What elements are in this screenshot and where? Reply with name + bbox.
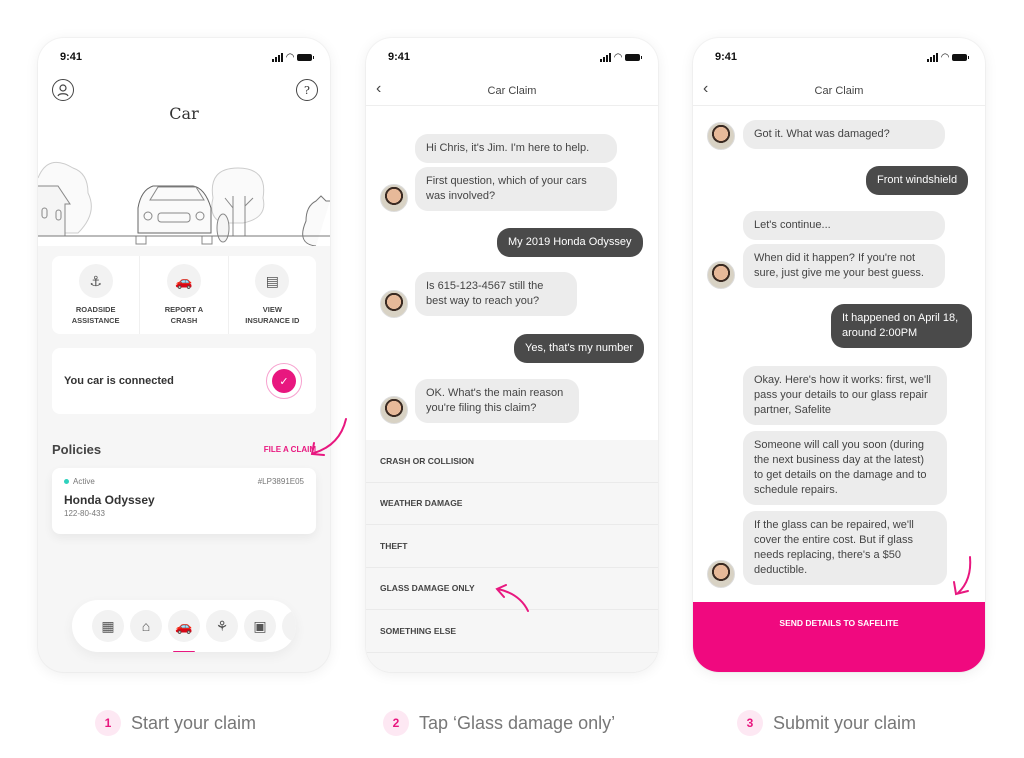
agent-message: Got it. What was damaged?: [743, 120, 945, 149]
user-message: Yes, that's my number: [514, 334, 645, 363]
option-something-else[interactable]: SOMETHING ELSE: [366, 610, 658, 653]
more-icon[interactable]: [282, 610, 296, 642]
battery-icon: [952, 53, 969, 61]
insurance-id-icon: ▤: [255, 264, 290, 298]
bottom-tab-bar: ▦ ⌂ 🚗 ⚘ ▣: [72, 600, 296, 652]
back-chevron-icon[interactable]: ‹: [376, 80, 381, 98]
agent-message: If the glass can be repaired, we'll cove…: [743, 511, 947, 585]
agent-message: OK. What's the main reason you're filing…: [415, 379, 579, 423]
car-icon[interactable]: 🚗: [168, 610, 200, 652]
profile-icon[interactable]: [52, 79, 74, 101]
step-number: 2: [383, 710, 409, 736]
battery-icon: [297, 53, 314, 61]
connected-status-text: You car is connected: [64, 375, 174, 387]
agent-avatar: [380, 290, 408, 318]
phone-screen-submit-claim: 9:41 ◠ ‹ Car Claim Got it. What was dama…: [693, 38, 985, 672]
status-time: 9:41: [388, 51, 411, 63]
connected-check-button[interactable]: ✓: [266, 363, 302, 399]
status-time: 9:41: [715, 51, 738, 63]
wifi-icon: ◠: [614, 51, 622, 63]
step-number: 1: [95, 710, 121, 736]
agent-message: First question, which of your cars was i…: [415, 167, 617, 211]
hand-drawn-arrow-icon: [953, 556, 972, 596]
claim-reason-options: CRASH OR COLLISION WEATHER DAMAGE THEFT …: [366, 440, 658, 672]
step-caption: 1 Start your claim: [95, 710, 256, 736]
policy-card[interactable]: Active #LP3891E05 Honda Odyssey 122-80-4…: [52, 468, 316, 534]
page-title: Car: [169, 104, 199, 123]
hand-drawn-arrow-icon: [310, 418, 347, 456]
photo-icon[interactable]: ▣: [244, 610, 276, 642]
step-text: Tap ‘Glass damage only’: [419, 712, 616, 733]
status-time: 9:41: [60, 51, 83, 63]
agent-message: Okay. Here's how it works: first, we'll …: [743, 366, 947, 425]
car-scene-illustration: [38, 161, 330, 246]
nav-title: Car Claim: [814, 84, 864, 97]
agent-message: Let's continue...: [743, 211, 945, 240]
wifi-icon: ◠: [286, 51, 294, 63]
agent-message: When did it happen? If you're not sure, …: [743, 244, 945, 288]
policy-number: 122-80-433: [64, 509, 105, 518]
phone-screen-claim-chat: 9:41 ◠ ‹ Car Claim Hi Chris, it's Jim. I…: [366, 38, 658, 672]
roadside-assistance-icon: ⚓: [78, 264, 113, 298]
help-icon[interactable]: ?: [296, 79, 318, 101]
signal-icon: [927, 52, 939, 62]
nav-bar: ‹ Car Claim: [366, 76, 658, 106]
agent-avatar: [707, 122, 735, 150]
agent-message: Someone will call you soon (during the n…: [743, 431, 947, 505]
report-crash-button[interactable]: 🚗 REPORT A CRASH: [140, 256, 229, 334]
active-status-dot: [64, 479, 69, 485]
status-bar: 9:41 ◠: [693, 38, 985, 76]
nav-title: Car Claim: [487, 84, 537, 97]
user-message: Front windshield: [866, 166, 969, 195]
signal-icon: [600, 52, 612, 62]
wifi-icon: ◠: [941, 51, 949, 63]
building-icon[interactable]: ▦: [92, 610, 124, 642]
user-message: My 2019 Honda Odyssey: [497, 228, 643, 257]
step-text: Submit your claim: [773, 712, 917, 733]
status-bar: 9:41 ◠: [38, 38, 330, 76]
hand-drawn-arrow-icon: [495, 584, 529, 612]
option-crash-or-collision[interactable]: CRASH OR COLLISION: [366, 440, 658, 483]
policy-id: #LP3891E05: [257, 477, 304, 486]
battery-icon: [625, 53, 642, 61]
policies-title: Policies: [52, 442, 102, 457]
user-message: It happened on April 18, around 2:00PM: [831, 304, 972, 348]
report-crash-icon: 🚗: [166, 264, 201, 298]
agent-message: Is 615-123-4567 still the best way to re…: [415, 272, 577, 316]
agent-message: Hi Chris, it's Jim. I'm here to help.: [415, 134, 617, 163]
checkmark-icon: ✓: [272, 369, 296, 393]
option-theft[interactable]: THEFT: [366, 525, 658, 568]
status-bar: 9:41 ◠: [366, 38, 658, 76]
send-details-to-safelite-button[interactable]: SEND DETAILS TO SAFELITE: [693, 602, 985, 672]
step-text: Start your claim: [131, 712, 257, 733]
roadside-assistance-button[interactable]: ⚓ ROADSIDE ASSISTANCE: [52, 256, 141, 334]
view-insurance-id-button[interactable]: ▤ VIEW INSURANCE ID: [229, 256, 316, 334]
home-icon[interactable]: ⌂: [130, 610, 162, 642]
agent-avatar: [707, 560, 735, 588]
policy-name: Honda Odyssey: [64, 493, 155, 507]
quick-actions: ⚓ ROADSIDE ASSISTANCE 🚗 REPORT A CRASH ▤…: [52, 256, 316, 334]
signal-icon: [272, 52, 284, 62]
option-weather-damage[interactable]: WEATHER DAMAGE: [366, 483, 658, 525]
step-caption: 3 Submit your claim: [737, 710, 916, 736]
agent-avatar: [380, 184, 408, 212]
policy-status: Active: [73, 477, 95, 486]
agent-avatar: [380, 396, 408, 424]
pet-paw-icon[interactable]: ⚘: [206, 610, 238, 642]
back-chevron-icon[interactable]: ‹: [703, 80, 708, 98]
agent-avatar: [707, 261, 735, 289]
car-connected-card: You car is connected ✓: [52, 348, 316, 414]
policies-header: Policies FILE A CLAIM: [52, 442, 316, 457]
step-caption: 2 Tap ‘Glass damage only’: [383, 710, 615, 736]
step-number: 3: [737, 710, 763, 736]
nav-bar: ‹ Car Claim: [693, 76, 985, 106]
phone-screen-car-home: 9:41 ◠ ? Car ⚓ ROADSIDE ASSISTANCE 🚗 REP…: [38, 38, 330, 672]
